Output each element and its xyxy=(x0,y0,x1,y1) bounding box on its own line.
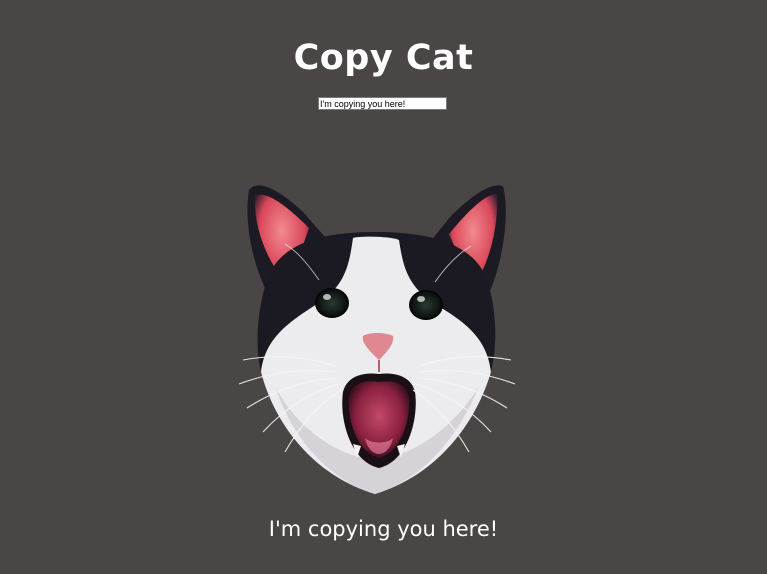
cat-face-icon xyxy=(238,185,515,495)
page-title: Copy Cat xyxy=(293,38,474,78)
copy-text-input[interactable] xyxy=(318,97,447,110)
copied-text-output: I'm copying you here! xyxy=(268,517,499,541)
cat-image xyxy=(235,176,515,498)
